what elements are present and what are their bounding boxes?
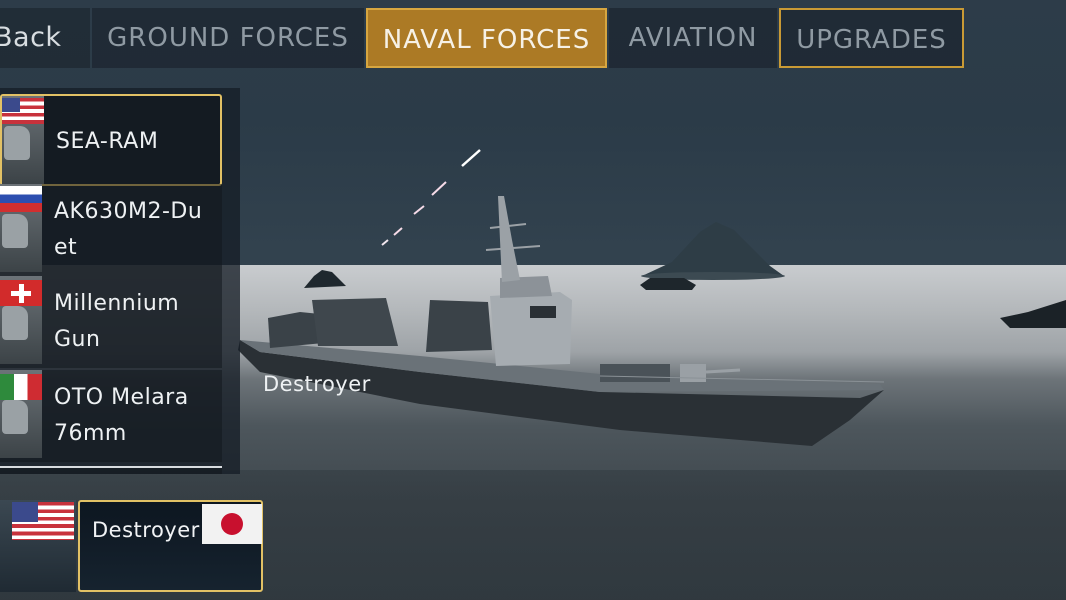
weapon-name: SEA-RAM: [56, 129, 159, 154]
russia-flag-icon: [0, 186, 42, 212]
weapon-item-sea-ram[interactable]: SEA-RAM: [0, 94, 222, 186]
ship-mast: [498, 196, 520, 282]
missile-trail: [381, 239, 389, 246]
weapon-item-ak630[interactable]: AK630M2-Du et: [0, 184, 222, 276]
destroyer-ship: [238, 196, 885, 446]
weapon-name: AK630M2-Du et: [54, 199, 203, 260]
missile-trail: [431, 181, 447, 196]
distant-boat: [304, 270, 346, 288]
weapon-item-oto-melara[interactable]: OTO Melara 76mm: [0, 370, 222, 462]
tab-upgrades[interactable]: UPGRADES: [779, 8, 964, 68]
ship-bridge: [490, 292, 572, 366]
missile-trail: [393, 227, 403, 236]
weapon-name: Millennium Gun: [54, 291, 180, 352]
island: [642, 222, 784, 276]
tab-naval-forces[interactable]: NAVAL FORCES: [366, 8, 607, 68]
weapon-name: OTO Melara 76mm: [54, 385, 189, 446]
ship-superstructure: [426, 300, 492, 352]
weapon-item-partial[interactable]: [0, 466, 222, 474]
distant-boat: [1000, 300, 1066, 328]
top-navigation: Back GROUND FORCES NAVAL FORCES AVIATION…: [0, 6, 1066, 70]
distant-boat: [640, 278, 696, 290]
switzerland-flag-icon: [0, 280, 42, 306]
missile-trail: [461, 149, 481, 167]
italy-flag-icon: [0, 374, 42, 400]
ship-name-label: Destroyer: [263, 372, 371, 396]
back-button[interactable]: Back: [0, 8, 90, 68]
japan-flag-icon: [202, 504, 262, 544]
ship-gun-barrel: [705, 368, 741, 374]
weapon-item-millennium-gun[interactable]: Millennium Gun: [0, 276, 222, 368]
us-flag-icon: [12, 502, 74, 540]
ship-deckhouse: [600, 364, 670, 382]
weapon-list: SEA-RAM AK630M2-Du et Millennium Gun OTO…: [0, 88, 240, 474]
us-flag-icon: [2, 98, 44, 124]
tab-aviation[interactable]: AVIATION: [609, 8, 777, 68]
ship-card-us[interactable]: [0, 500, 76, 592]
missile-trail: [413, 205, 425, 215]
ship-card-destroyer[interactable]: Destroyer: [78, 500, 263, 592]
ship-card-name: Destroyer: [92, 518, 200, 542]
ship-window: [530, 306, 556, 318]
ship-turret: [680, 364, 706, 382]
tab-ground-forces[interactable]: GROUND FORCES: [92, 8, 364, 68]
ship-superstructure: [312, 298, 398, 346]
